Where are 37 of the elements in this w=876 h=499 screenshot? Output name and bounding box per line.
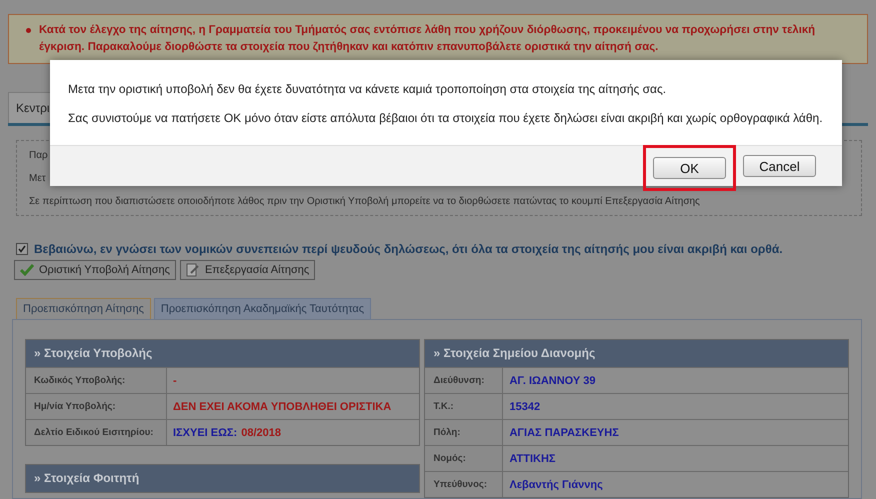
dialog-message: Μετα την οριστική υποβολή δεν θα έχετε δυνατότητα να κάνετε καμιά τροποποίηση στα στοιχεία της αίτησής σας.	[68, 82, 668, 96]
dialog-message: Σας συνιστούμε να πατήσετε ΟΚ μόνο όταν είστε απόλυτα βέβαιοι ότι τα στοιχεία που έχετε δηλώσει είναι ακριβή και χωρίς ορθογραφικά λάθη.	[68, 111, 824, 125]
field-value: -	[173, 374, 177, 386]
field-label: Διεύθυνση:	[425, 368, 504, 393]
checkbox[interactable]	[16, 243, 28, 255]
section-header: » Στοιχεία Υποβολής	[26, 340, 420, 367]
ok-button[interactable]: OK	[653, 157, 726, 179]
field-label: Υπεύθυνος:	[425, 472, 504, 497]
field-value: ΔΕΝ ΕΧΕΙ ΑΚΟΜΑ ΥΠΟΒΛΗΘΕΙ ΟΡΙΣΤΙΚΑ	[173, 400, 392, 412]
cancel-button[interactable]: Cancel	[743, 155, 816, 177]
field-label: Δελτίο Ειδικού Εισιτηρίου:	[26, 420, 167, 445]
field-value: 15342	[509, 400, 540, 412]
field-value: ΙΣΧΥΕΙ ΕΩΣ:	[173, 426, 238, 438]
tab[interactable]: Προεπισκόπηση Ακαδημαϊκής Ταυτότητας	[154, 298, 372, 319]
field-value: ΑΤΤΙΚΗΣ	[509, 452, 556, 464]
alert-text: Κατά τον έλεγχο της αίτησης, η Γραμματεία του Τμήματός σας εντόπισε λάθη που χρήζουν διόρθωσης, προκειμένου να προχωρήσει στην τελική έγκριση. Παρακαλούμε διορθώστε τα στοιχεία που ζητήθηκαν και κατόπιν επανυποβάλετε οριστικά την αίτησή σας.	[39, 23, 816, 55]
field-value: ΑΓ. ΙΩΑΝΝΟΥ 39	[509, 374, 596, 386]
notice-text: Παρ	[29, 150, 49, 161]
submit-button[interactable]: Οριστική Υποβολή Αίτησης	[14, 260, 176, 280]
notice-text: Σε περίπτωση που διαπιστώσετε οποιοδήποτε λάθος πριν την Οριστική Υποβολή μπορείτε να το διορθώσετε πατώντας το κουμπί Επεξεργασία Αίτησης	[29, 196, 701, 207]
field-label: Πόλη:	[425, 420, 504, 445]
field-value: Λεβαντής Γιάννης	[509, 478, 603, 490]
edit-document-icon	[186, 263, 200, 277]
tab[interactable]: Προεπισκόπηση Αίτησης	[16, 298, 151, 319]
edit-button[interactable]: Επεξεργασία Αίτησης	[180, 260, 316, 280]
field-value: 08/2018	[241, 426, 281, 438]
field-label: Ημ/νία Υποβολής:	[26, 394, 167, 419]
field-value: ΑΓΙΑΣ ΠΑΡΑΣΚΕΥΗΣ	[509, 426, 619, 438]
bullet-icon	[26, 28, 31, 33]
section-header: » Στοιχεία Φοιτητή	[26, 465, 420, 492]
field-label: Νομός:	[425, 446, 504, 471]
notice-text: Μετ	[29, 173, 47, 184]
field-label: Τ.Κ.:	[425, 394, 504, 419]
checkmark-icon	[20, 264, 34, 276]
field-label: Κωδικός Υποβολής:	[26, 368, 167, 393]
section-header: » Στοιχεία Σημείου Διανομής	[425, 340, 848, 367]
declaration-label: Βεβαιώνω, εν γνώσει των νομικών συνεπειών περί ψευδούς δηλώσεως, ότι όλα τα στοιχεία της αίτησής μου είναι ακριβή και ορθά.	[34, 242, 783, 256]
